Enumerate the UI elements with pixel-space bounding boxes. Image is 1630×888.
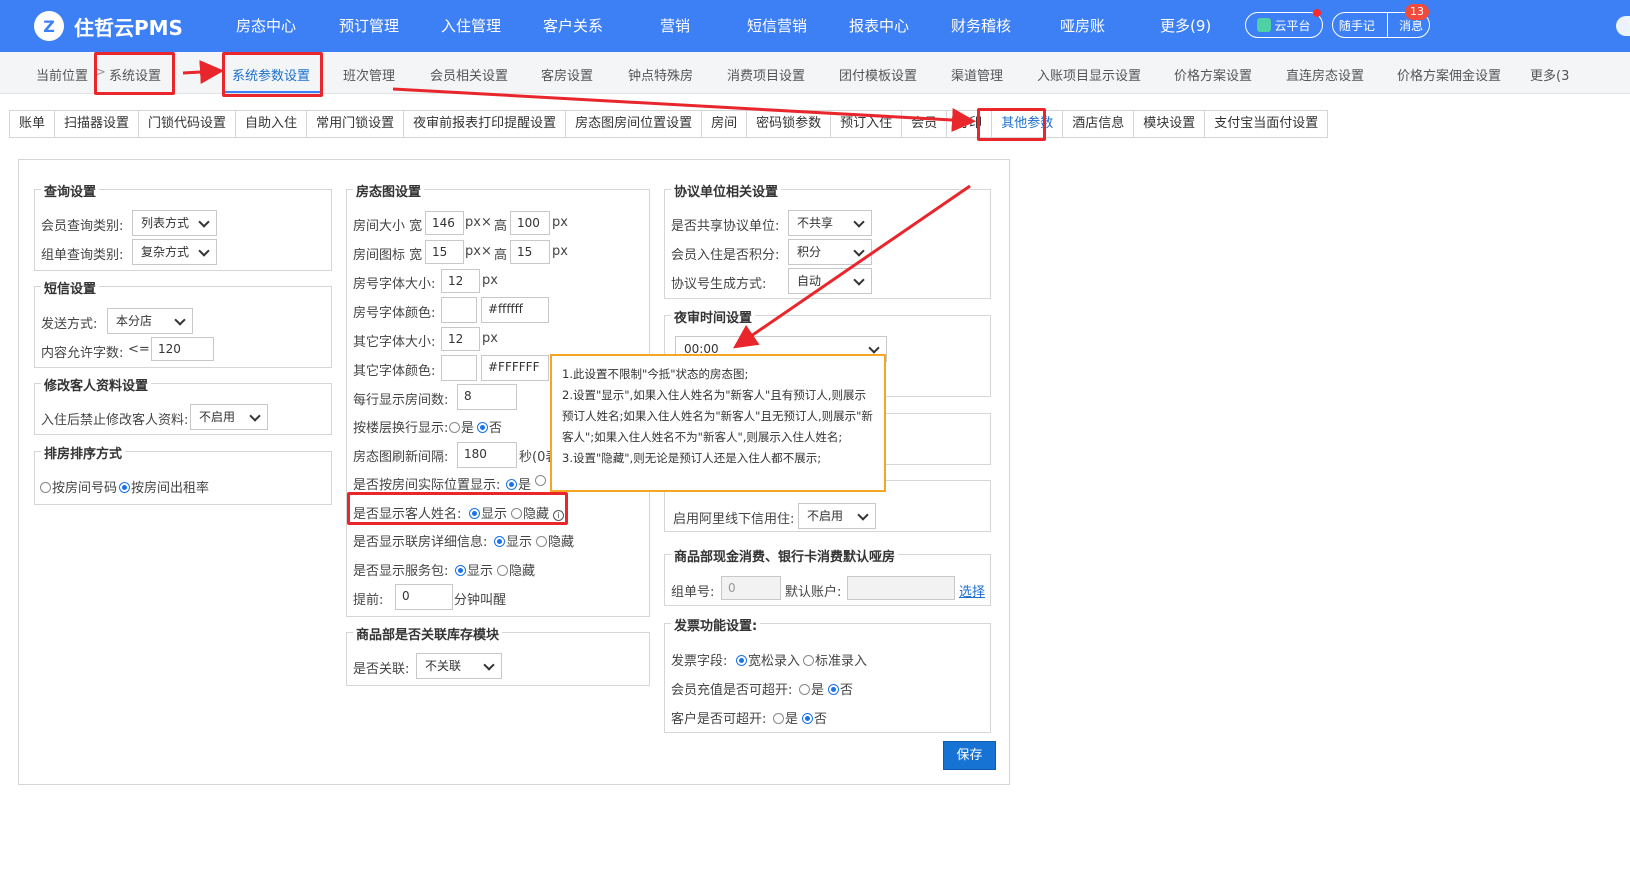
arrow-to-other-params [392, 87, 976, 132]
arrow-to-params [182, 60, 224, 85]
annotation-arrows [182, 60, 976, 349]
arrow-to-tooltip [733, 184, 971, 349]
